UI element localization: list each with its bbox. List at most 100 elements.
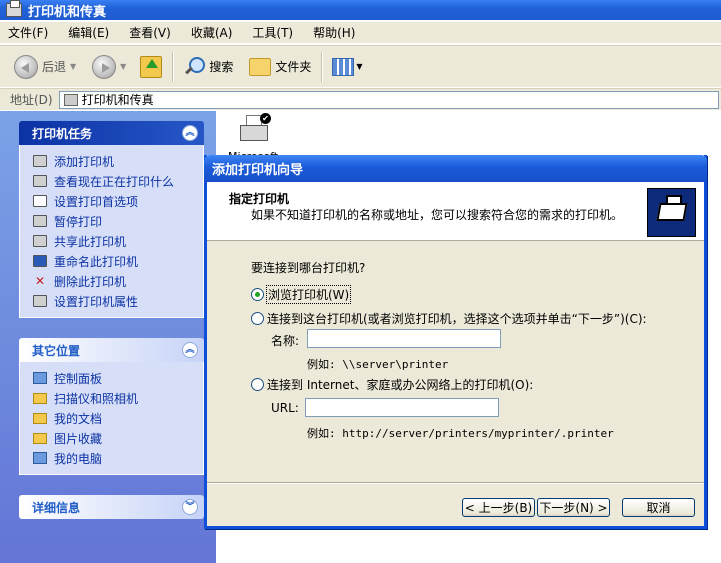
menu-edit[interactable]: 编辑(E): [68, 24, 109, 41]
scanner-icon: [32, 390, 48, 406]
task-preferences[interactable]: 设置打印首选项: [32, 191, 203, 211]
wizard-printer-icon: [647, 188, 696, 237]
search-label: 搜索: [209, 60, 234, 74]
address-label: 地址(D): [10, 93, 53, 107]
place-my-pictures[interactable]: 图片收藏: [32, 428, 203, 448]
cancel-button[interactable]: 取消: [622, 498, 695, 517]
menu-help[interactable]: 帮助(H): [313, 24, 355, 41]
computer-icon: [32, 450, 48, 466]
collapse-icon[interactable]: ︽: [182, 342, 198, 358]
task-pause-printing[interactable]: 暂停打印: [32, 211, 203, 231]
task-label: 暂停打印: [54, 214, 103, 229]
views-button[interactable]: ▼: [328, 50, 366, 84]
folder-icon: [32, 410, 48, 426]
task-label: 查看现在正在打印什么: [54, 174, 175, 189]
search-button[interactable]: 搜索: [179, 50, 237, 84]
place-my-documents[interactable]: 我的文档: [32, 408, 203, 428]
window-titlebar[interactable]: 打印机和传真: [0, 0, 721, 20]
task-rename-printer[interactable]: 重命名此打印机: [32, 251, 203, 271]
window-title: 打印机和传真: [28, 4, 107, 20]
control-panel-icon: [32, 370, 48, 386]
add-printer-wizard: 添加打印机向导 指定打印机 如果不知道打印机的名称或地址，您可以搜索符合您的需求…: [204, 155, 707, 529]
details-title: 详细信息: [32, 500, 81, 515]
wizard-header-subtitle: 如果不知道打印机的名称或地址，您可以搜索符合您的需求的打印机。: [251, 208, 624, 222]
folders-icon: [249, 57, 272, 76]
back-arrow-icon: [14, 54, 38, 79]
collapse-icon[interactable]: ︽: [182, 125, 198, 141]
task-view-queue[interactable]: 查看现在正在打印什么: [32, 171, 203, 191]
menu-tools[interactable]: 工具(T): [252, 24, 293, 41]
task-add-printer[interactable]: 添加打印机: [32, 151, 203, 171]
radio-connect[interactable]: [251, 312, 264, 325]
option-internet[interactable]: 连接到 Internet、家庭或办公网络上的打印机(O):: [251, 376, 533, 393]
toolbar: 后退 ▼ ▼ 搜索 文件夹 ▼: [0, 45, 721, 87]
add-printer-icon: [32, 153, 48, 169]
rename-icon: [32, 253, 48, 269]
printer-tasks-list: 添加打印机 查看现在正在打印什么 设置打印首选项 暂停打印 共享此打印机 重命名…: [19, 145, 204, 318]
task-label: 共享此打印机: [54, 234, 127, 249]
pause-printer-icon: [32, 213, 48, 229]
back-label: 后退: [42, 60, 67, 74]
place-control-panel[interactable]: 控制面板: [32, 368, 203, 388]
wizard-separator: [207, 482, 704, 484]
printer-item[interactable]: ✔: [238, 113, 272, 145]
url-label: URL:: [271, 401, 299, 415]
search-icon: [183, 56, 206, 78]
menu-favorites[interactable]: 收藏(A): [191, 24, 233, 41]
task-share-printer[interactable]: 共享此打印机: [32, 231, 203, 251]
menu-view[interactable]: 查看(V): [129, 24, 171, 41]
preferences-icon: [32, 193, 48, 209]
printer-tasks-title: 打印机任务: [32, 126, 93, 141]
wizard-question: 要连接到哪台打印机?: [251, 261, 366, 275]
up-folder-button[interactable]: [136, 50, 166, 84]
printer-tasks-header[interactable]: 打印机任务 ︽: [19, 121, 204, 145]
radio-internet[interactable]: [251, 378, 264, 391]
task-delete-printer[interactable]: ✕ 删除此打印机: [32, 271, 203, 291]
share-printer-icon: [32, 233, 48, 249]
details-header[interactable]: 详细信息 ︾: [19, 495, 204, 519]
other-places-header[interactable]: 其它位置 ︽: [19, 338, 204, 362]
printer-body: [240, 125, 268, 141]
task-label: 设置打印首选项: [54, 194, 139, 209]
wizard-body: 要连接到哪台打印机? 浏览打印机(W) 连接到这台打印机(或者浏览打印机，选择这…: [207, 242, 704, 482]
radio-browse[interactable]: [251, 288, 264, 301]
chevron-down-icon: ▼: [70, 62, 77, 71]
name-label: 名称:: [271, 334, 300, 348]
menu-bar: 文件(F) 编辑(E) 查看(V) 收藏(A) 工具(T) 帮助(H): [0, 22, 721, 44]
printer-tasks-group: 打印机任务 ︽ 添加打印机 查看现在正在打印什么 设置打印首选项 暂停打印 共享…: [19, 121, 204, 318]
views-icon: [332, 57, 355, 76]
option-browse-label: 浏览打印机(W): [265, 285, 352, 304]
pictures-icon: [32, 430, 48, 446]
wizard-title: 添加打印机向导: [212, 163, 304, 178]
url-input[interactable]: [305, 398, 499, 417]
folders-label: 文件夹: [275, 60, 312, 74]
expand-icon[interactable]: ︾: [182, 499, 198, 515]
other-places-list: 控制面板 扫描仪和照相机 我的文档 图片收藏 我的电脑: [19, 362, 204, 475]
address-field[interactable]: 打印机和传真: [58, 90, 719, 109]
place-label: 我的电脑: [54, 451, 103, 466]
name-example: 例如: \\server\printer: [307, 358, 449, 371]
place-scanners-cameras[interactable]: 扫描仪和照相机: [32, 388, 203, 408]
wizard-header-title: 指定打印机: [229, 192, 290, 206]
place-my-computer[interactable]: 我的电脑: [32, 448, 203, 468]
task-label: 设置打印机属性: [54, 294, 139, 309]
menu-file[interactable]: 文件(F): [8, 24, 48, 41]
task-printer-properties[interactable]: 设置打印机属性: [32, 291, 203, 311]
folders-button[interactable]: 文件夹: [245, 50, 315, 84]
forward-button[interactable]: ▼: [88, 50, 130, 84]
printer-queue-icon: [32, 173, 48, 189]
other-places-title: 其它位置: [32, 343, 81, 358]
place-label: 图片收藏: [54, 431, 103, 446]
task-label: 删除此打印机: [54, 274, 127, 289]
wizard-titlebar[interactable]: 添加打印机向导: [204, 155, 707, 182]
name-input[interactable]: [307, 329, 501, 348]
back-button[interactable]: 后退 ▼: [10, 50, 80, 84]
url-example: 例如: http://server/printers/myprinter/.pr…: [307, 427, 614, 440]
back-step-button[interactable]: < 上一步(B): [462, 498, 535, 517]
next-step-button[interactable]: 下一步(N) >: [537, 498, 610, 517]
option-browse[interactable]: 浏览打印机(W): [251, 285, 352, 304]
forward-arrow-icon: [92, 54, 117, 79]
address-bar: 地址(D) 打印机和传真: [0, 88, 721, 110]
other-places-group: 其它位置 ︽ 控制面板 扫描仪和照相机 我的文档 图片收藏 我的电脑: [19, 338, 204, 475]
option-connect[interactable]: 连接到这台打印机(或者浏览打印机，选择这个选项并单击“下一步”)(C):: [251, 310, 647, 327]
